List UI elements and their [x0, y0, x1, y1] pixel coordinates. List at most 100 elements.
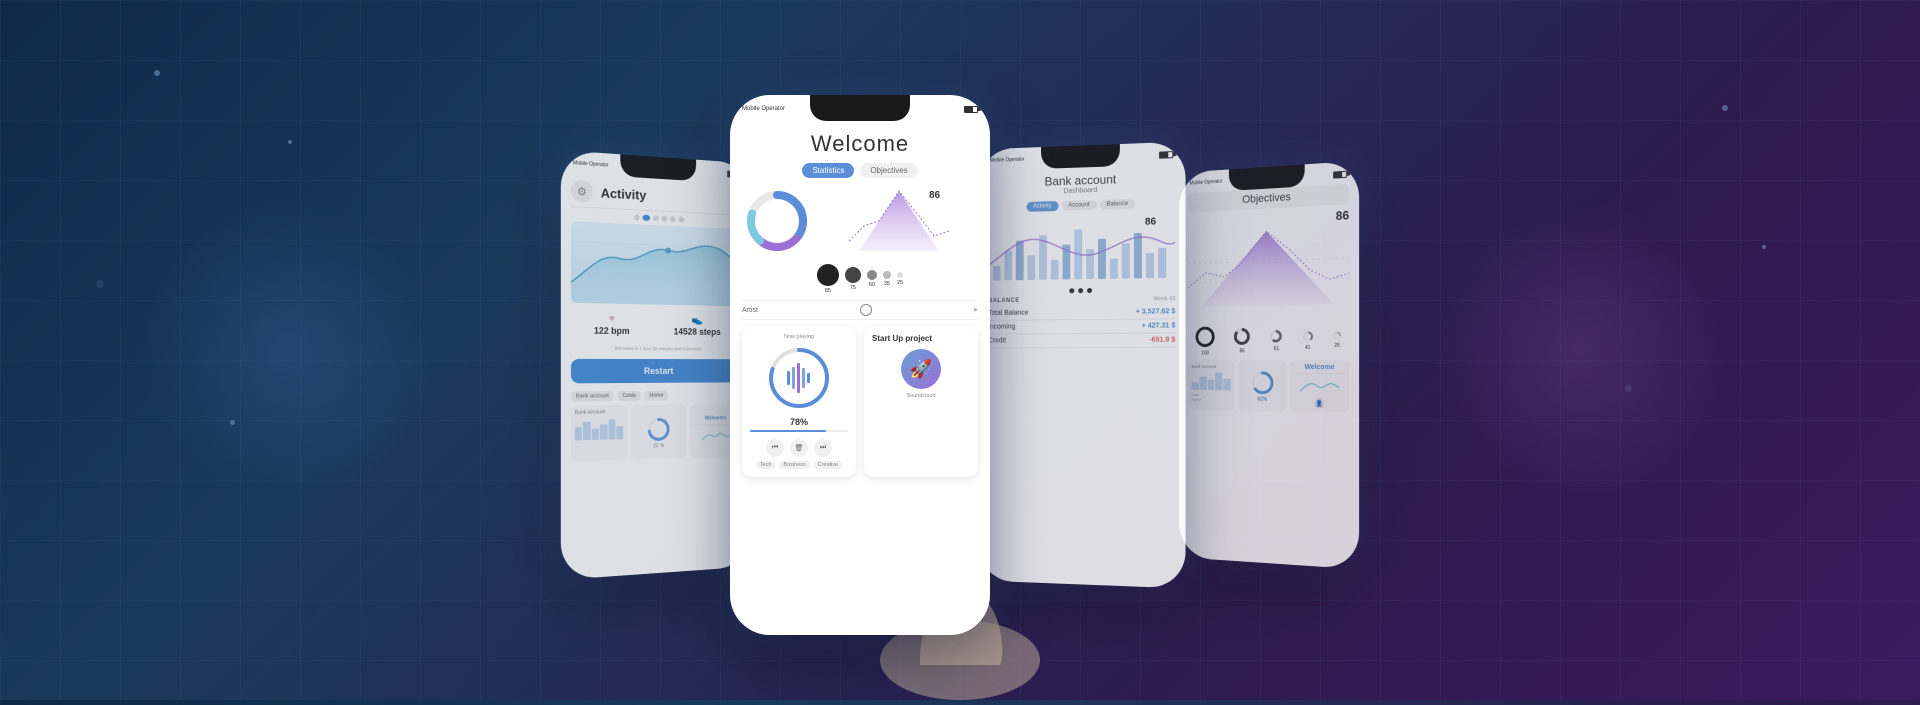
svg-text:86: 86	[929, 190, 941, 201]
mini-cards-row: Bank account 22 %	[571, 404, 742, 462]
circle-icon	[867, 270, 877, 280]
page-dot	[670, 216, 676, 222]
phone-bank: Mobile Operator Bank account Dashboard A…	[979, 142, 1186, 589]
dots-indicator	[988, 287, 1175, 294]
now-playing-label: Now playing	[784, 334, 814, 340]
obj-circle-41: 41	[1301, 329, 1314, 350]
bank-account-label: Bank account	[1191, 364, 1230, 369]
page-dot	[653, 215, 659, 221]
colds-tab[interactable]: Colds	[618, 391, 641, 401]
circle-num-100: 100	[1201, 350, 1209, 356]
particle	[1625, 385, 1632, 392]
artist-label: Artist	[742, 307, 758, 314]
user-icon-row: 👤	[1315, 398, 1325, 408]
heart-icon: ♥	[594, 313, 630, 325]
obj-chart-area: 86	[1188, 208, 1349, 321]
progress-mini-card: 22 %	[631, 404, 685, 460]
statistics-tab[interactable]: Statistics	[802, 163, 854, 178]
progress-fill	[750, 430, 826, 432]
genre-tags: Tech Business Creative	[756, 461, 842, 469]
phones-container: Mobile Operator ⚙ Activity	[530, 65, 1390, 635]
circle-icon	[897, 272, 903, 278]
phone2-content: Welcome Statistics Objectives	[730, 119, 990, 635]
obj-card-bars	[1191, 371, 1230, 391]
next-icon: ▶	[974, 307, 978, 313]
bank-tab[interactable]: Bank account	[571, 391, 614, 402]
bank-card-label: Bank account	[575, 409, 624, 416]
prev-button[interactable]: ⏮	[766, 439, 784, 457]
objectives-tab[interactable]: Objectives	[860, 163, 917, 178]
progress-track	[750, 430, 848, 432]
mini-wave-obj	[1300, 376, 1339, 396]
circle-num-86: 86	[1240, 348, 1245, 354]
particle	[230, 420, 235, 425]
welcome-mini-card: Welcome 👤	[1290, 360, 1349, 413]
circle-icon	[883, 271, 891, 279]
carrier-center: Mobile Operator	[742, 106, 785, 112]
home-tab[interactable]: Home	[645, 391, 668, 401]
genre-tech[interactable]: Tech	[756, 461, 776, 469]
bank-mini-card: Bank account	[571, 405, 628, 462]
gear-icon: ⚙	[571, 179, 593, 203]
circle-1: 85	[817, 264, 839, 294]
total-balance-row: Total Balance + 3,527.62 $	[988, 305, 1175, 321]
obj-bar	[1216, 373, 1223, 391]
circle-num-61: 61	[1274, 346, 1279, 352]
delete-button[interactable]: 🗑	[790, 439, 808, 457]
page-dot-active	[642, 215, 650, 221]
bar	[592, 429, 599, 440]
search-icon[interactable]	[860, 304, 872, 316]
rocket-icon: 🚀	[901, 349, 941, 389]
startup-card: Start Up project 🚀 Soundcloud	[864, 326, 978, 477]
bar	[583, 422, 590, 440]
bar	[600, 424, 607, 440]
particle	[96, 280, 104, 288]
bottom-row: Now playing 78%	[742, 326, 978, 477]
restart-button[interactable]: Restart	[571, 359, 742, 383]
account-bank-tab[interactable]: Account	[1061, 200, 1096, 211]
svg-text:86: 86	[1145, 216, 1157, 228]
divider	[1294, 373, 1345, 374]
activity-header: ⚙ Activity	[571, 173, 742, 216]
genre-business[interactable]: Business	[779, 461, 809, 469]
circle-num-26: 26	[1334, 343, 1340, 349]
activity-bank-tab[interactable]: Activity	[1026, 201, 1058, 212]
bar	[608, 419, 615, 439]
bank-tabs: Activity Account Balance	[988, 198, 1175, 213]
name-label: Name	[1191, 397, 1230, 402]
balance-label: BALANCE	[988, 298, 1019, 304]
phone4-content: Objectives 86	[1179, 181, 1359, 569]
bank-header: Bank account Dashboard	[988, 164, 1175, 199]
particle	[154, 70, 160, 76]
page-dot	[678, 216, 684, 222]
credit-name: Credit	[988, 337, 1006, 344]
particle	[1722, 105, 1728, 111]
soundcloud-label: Soundcloud	[872, 393, 970, 399]
obj-bar	[1191, 382, 1198, 390]
page-dot	[633, 214, 639, 220]
circle-chart-86	[1233, 327, 1252, 347]
bar	[616, 426, 623, 439]
carrier-obj: Mobile Operator	[1190, 179, 1223, 187]
triangle-chart: 86	[820, 186, 978, 256]
balance-bank-tab[interactable]: Balance	[1099, 199, 1135, 210]
wave-chart	[571, 221, 742, 306]
welcome-mini-text: Welcome	[1305, 364, 1335, 371]
circle-icon	[817, 264, 839, 286]
startup-title: Start Up project	[872, 334, 970, 343]
next-button[interactable]: ⏭	[814, 439, 832, 457]
dot3	[1087, 288, 1092, 293]
credit-value: -651.9 $	[1149, 337, 1175, 344]
balance-section: BALANCE Week 43 Total Balance + 3,527.62…	[988, 296, 1175, 348]
progress-label: 22 %	[653, 443, 664, 449]
obj-bar	[1224, 379, 1231, 391]
phone1-content: ⚙ Activity	[561, 171, 751, 580]
mini-bar-chart	[575, 417, 624, 440]
genre-creative[interactable]: Creative	[814, 461, 842, 469]
circular-progress	[764, 343, 834, 413]
phone-welcome: Mobile Operator Welcome Statistics Objec…	[730, 95, 990, 635]
artist-row: Artist ▶	[742, 300, 978, 320]
phone3-content: Bank account Dashboard Activity Account …	[979, 162, 1186, 589]
mini-wave	[702, 428, 729, 446]
mini-ring-chart	[645, 415, 672, 443]
